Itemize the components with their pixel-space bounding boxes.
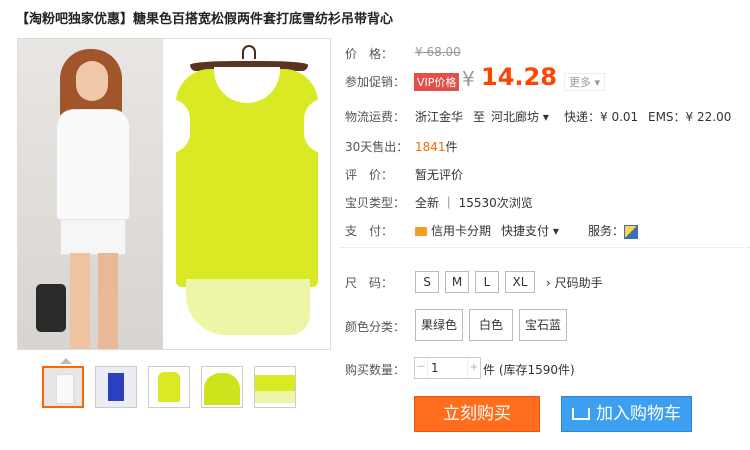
- model-white-top: [56, 109, 130, 221]
- more-promos-button[interactable]: 更多 ▾: [564, 73, 606, 91]
- credit-card-icon: [415, 227, 427, 236]
- ship-from: 浙江金华: [415, 110, 464, 124]
- price-label: 价 格：: [345, 47, 394, 61]
- thumbnail-pointer-icon: [60, 358, 72, 364]
- thumb-garment: [255, 375, 295, 391]
- original-price: ¥ 68.00: [415, 45, 461, 59]
- cart-icon: [572, 408, 590, 420]
- size-label: 尺 码：: [345, 276, 394, 290]
- armhole-right: [304, 99, 324, 153]
- sales-label: 30天售出：: [345, 140, 409, 154]
- currency-symbol: ¥: [462, 67, 475, 91]
- service-info: 服务：: [588, 222, 639, 239]
- model-leg: [70, 253, 90, 349]
- ship-sep: 至: [473, 110, 486, 124]
- color-option-sapphire[interactable]: 宝石蓝: [519, 309, 567, 341]
- stock-info: 件 (库存1590件): [483, 363, 575, 377]
- ems-fee: EMS：¥ 22.00: [648, 110, 732, 124]
- size-helper-link[interactable]: › 尺码助手: [546, 274, 603, 291]
- hanger-hook: [242, 45, 256, 59]
- color-label: 颜色分类：: [345, 320, 406, 334]
- ship-to-select[interactable]: 河北廊坊 ▾: [491, 108, 549, 125]
- thumb-garment: [56, 374, 74, 404]
- promo-price: 14.28: [481, 63, 557, 91]
- thumb-garment: [204, 373, 240, 405]
- size-option-m[interactable]: M: [445, 271, 469, 293]
- sales-unit: 件: [445, 140, 458, 154]
- promo-label: 参加促销：: [345, 75, 406, 89]
- credit-installment[interactable]: 信用卡分期: [415, 222, 491, 239]
- rating-value: 暂无评价: [415, 168, 464, 182]
- thumb-garment: [158, 372, 180, 402]
- thumbnail[interactable]: [148, 366, 190, 408]
- add-to-cart-label: 加入购物车: [596, 404, 681, 424]
- color-option-white[interactable]: 白色: [469, 309, 513, 341]
- model-leg: [98, 253, 118, 349]
- divider: [340, 247, 750, 248]
- model-handbag: [36, 284, 66, 332]
- service-label: 服务：: [588, 224, 625, 238]
- quantity-label: 购买数量：: [345, 363, 406, 377]
- quantity-minus-button[interactable]: －: [415, 358, 428, 378]
- quantity-plus-button[interactable]: +: [467, 358, 480, 378]
- model-shorts: [60, 219, 126, 255]
- express-fee: 快递：¥ 0.01: [564, 110, 639, 124]
- payment-label: 支 付：: [345, 224, 394, 238]
- vip-badge: VIP价格: [414, 73, 460, 91]
- service-guarantee-icon[interactable]: [624, 224, 639, 239]
- quantity-input[interactable]: 1: [431, 361, 439, 375]
- product-main-image[interactable]: [17, 38, 331, 350]
- shipping-label: 物流运费：: [345, 110, 406, 124]
- credit-installment-label: 信用卡分期: [431, 224, 492, 238]
- quantity-stepper: － 1 +: [414, 357, 481, 379]
- sales-count: 1841: [415, 140, 446, 154]
- buy-now-button[interactable]: 立刻购买: [414, 396, 540, 432]
- color-option-green[interactable]: 果绿色: [415, 309, 463, 341]
- type-label: 宝贝类型：: [345, 196, 406, 210]
- thumb-garment: [108, 373, 124, 401]
- model-photo: [18, 39, 163, 349]
- size-option-s[interactable]: S: [415, 271, 439, 293]
- size-option-xl[interactable]: XL: [505, 271, 535, 293]
- type-value: 全新 ｜ 15530次浏览: [415, 196, 533, 210]
- product-title: 【淘粉吧独家优惠】糖果色百搭宽松假两件套打底雪纺衫吊带背心: [16, 12, 394, 27]
- thumbnail-strip: [42, 366, 296, 408]
- sales-info: 1841件: [415, 138, 458, 155]
- thumbnail[interactable]: [42, 366, 84, 408]
- thumbnail[interactable]: [201, 366, 243, 408]
- chiffon-layer: [186, 279, 310, 335]
- add-to-cart-button[interactable]: 加入购物车: [561, 396, 692, 432]
- size-option-l[interactable]: L: [475, 271, 499, 293]
- quick-pay-select[interactable]: 快捷支付 ▾: [501, 222, 559, 239]
- thumbnail[interactable]: [254, 366, 296, 408]
- model-face: [76, 61, 108, 101]
- rating-label: 评 价：: [345, 168, 394, 182]
- thumbnail[interactable]: [95, 366, 137, 408]
- thumb-layer: [255, 391, 295, 403]
